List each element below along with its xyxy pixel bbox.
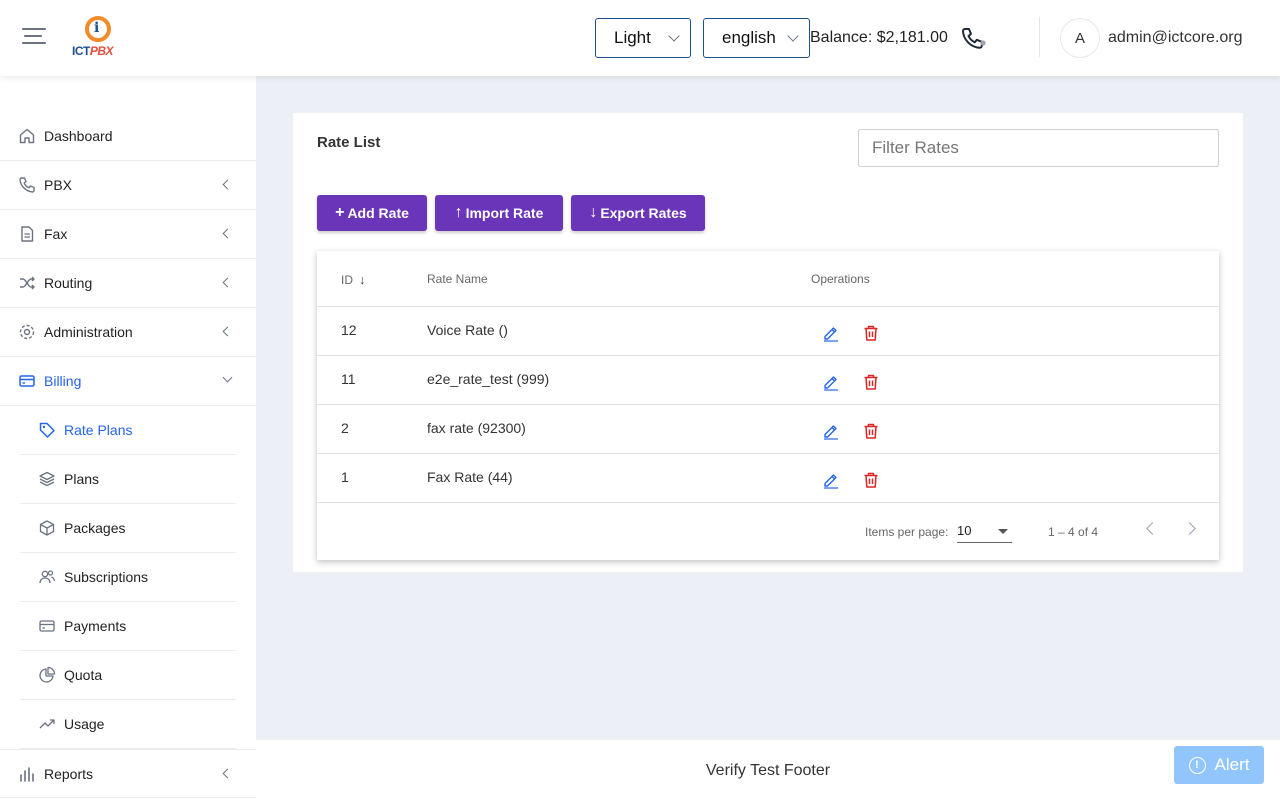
rate-name: Fax Rate (44) xyxy=(427,469,513,485)
export-rates-button[interactable]: ↓ Export Rates xyxy=(571,195,705,231)
dropdown-arrow-icon xyxy=(998,529,1008,534)
bar-chart-icon xyxy=(18,765,36,783)
box-icon xyxy=(38,519,56,537)
phone-icon xyxy=(18,176,36,194)
arrow-up-icon: ↑ xyxy=(454,204,463,221)
gear-icon xyxy=(18,323,36,341)
table-row: 2 fax rate (92300) xyxy=(317,405,1219,454)
chevron-left-icon xyxy=(222,768,233,779)
table-row: 1 Fax Rate (44) xyxy=(317,454,1219,503)
alert-circle-icon: ! xyxy=(1188,756,1206,774)
document-icon xyxy=(18,225,36,243)
rate-id: 12 xyxy=(341,322,357,338)
rates-table: ID ↓ Rate Name Operations 12 Voice Rate (… xyxy=(317,251,1219,560)
top-bar: i ICTPBX Light english Balance: $2,181.0… xyxy=(0,0,1280,76)
card-icon xyxy=(38,617,56,635)
page-title: Rate List xyxy=(317,134,381,151)
sidebar-item-fax[interactable]: Fax xyxy=(0,210,256,259)
page-range-label: 1 – 4 of 4 xyxy=(1048,525,1099,539)
sidebar-item-dashboard[interactable]: Dashboard xyxy=(0,112,256,161)
sort-down-icon[interactable]: ↓ xyxy=(359,272,366,287)
theme-select-value: Light xyxy=(614,28,651,47)
chevron-left-icon xyxy=(222,326,233,337)
rate-name: Voice Rate () xyxy=(427,322,508,338)
pie-chart-icon xyxy=(38,666,56,684)
shuffle-icon xyxy=(18,274,36,292)
items-per-page-label: Items per page: xyxy=(865,525,949,539)
rate-id: 1 xyxy=(341,469,349,485)
sidebar-item-plans[interactable]: Plans xyxy=(20,455,236,504)
footer: Verify Test Footer xyxy=(256,740,1280,800)
delete-icon[interactable] xyxy=(862,324,880,342)
theme-select[interactable]: Light xyxy=(595,18,691,58)
language-select[interactable]: english xyxy=(703,18,810,58)
rate-name: e2e_rate_test (999) xyxy=(427,371,550,387)
language-select-value: english xyxy=(722,28,776,47)
user-email[interactable]: admin@ictcore.org xyxy=(1108,29,1243,47)
sidebar: Dashboard PBX Fax Routing Administration… xyxy=(0,76,256,800)
chevron-down-icon xyxy=(787,30,799,42)
table-header: ID ↓ Rate Name Operations xyxy=(317,251,1219,307)
alert-button[interactable]: ! Alert xyxy=(1174,746,1264,784)
edit-icon[interactable] xyxy=(822,471,840,489)
rate-list-card: Rate List +Add Rate ↑Import Rate ↓Export… xyxy=(293,113,1243,572)
edit-icon[interactable] xyxy=(822,422,840,440)
delete-icon[interactable] xyxy=(862,422,880,440)
footer-text: Verify Test Footer xyxy=(705,762,831,779)
balance-text: Balance: $2,181.00 xyxy=(810,29,948,46)
chevron-left-icon xyxy=(222,277,233,288)
add-rate-button[interactable]: + Add Rate xyxy=(317,195,427,231)
sidebar-item-routing[interactable]: Routing xyxy=(0,259,256,308)
table-row: 11 e2e_rate_test (999) xyxy=(317,356,1219,405)
previous-page-icon[interactable] xyxy=(1146,522,1159,535)
tag-icon xyxy=(38,421,56,439)
users-icon xyxy=(38,568,56,586)
hamburger-menu-icon[interactable] xyxy=(22,28,46,48)
edit-icon[interactable] xyxy=(822,324,840,342)
sidebar-item-administration[interactable]: Administration xyxy=(0,308,256,357)
table-row: 12 Voice Rate () xyxy=(317,307,1219,356)
home-icon xyxy=(18,127,36,145)
chevron-down-icon xyxy=(668,30,680,42)
sidebar-item-quota[interactable]: Quota xyxy=(20,651,236,700)
header-divider xyxy=(1039,17,1040,57)
id-column-header[interactable]: ID ↓ xyxy=(341,272,366,287)
ictpbx-logo[interactable]: i ICTPBX xyxy=(72,16,124,60)
items-per-page-select[interactable]: 10 xyxy=(957,521,1012,543)
sidebar-item-billing[interactable]: Billing xyxy=(0,357,256,406)
next-page-icon[interactable] xyxy=(1183,522,1196,535)
sidebar-item-usage[interactable]: Usage xyxy=(20,700,236,749)
sidebar-item-reports[interactable]: Reports xyxy=(0,749,256,798)
edit-icon[interactable] xyxy=(822,373,840,391)
credit-card-icon xyxy=(18,372,36,390)
rate-name-column-header[interactable]: Rate Name xyxy=(427,272,488,286)
filter-rates-input[interactable] xyxy=(858,129,1219,167)
chevron-down-icon xyxy=(222,372,233,383)
delete-icon[interactable] xyxy=(862,471,880,489)
arrow-down-icon: ↓ xyxy=(589,204,598,221)
import-rate-button[interactable]: ↑ Import Rate xyxy=(435,195,563,231)
sidebar-item-packages[interactable]: Packages xyxy=(20,504,236,553)
operations-column-header: Operations xyxy=(811,272,870,286)
rate-id: 11 xyxy=(341,371,356,387)
sidebar-item-pbx[interactable]: PBX xyxy=(0,161,256,210)
paginator: Items per page: 10 1 – 4 of 4 xyxy=(317,503,1219,560)
chevron-left-icon xyxy=(222,228,233,239)
rate-name: fax rate (92300) xyxy=(427,420,526,436)
avatar[interactable]: A xyxy=(1060,18,1100,58)
trend-icon xyxy=(38,715,56,733)
plus-icon: + xyxy=(335,204,345,221)
sidebar-item-payments[interactable]: Payments xyxy=(20,602,236,651)
layers-icon xyxy=(38,470,56,488)
phone-status-icon[interactable] xyxy=(960,26,988,50)
chevron-left-icon xyxy=(222,179,233,190)
sidebar-item-subscriptions[interactable]: Subscriptions xyxy=(20,553,236,602)
delete-icon[interactable] xyxy=(862,373,880,391)
sidebar-item-rate-plans[interactable]: Rate Plans xyxy=(20,406,236,455)
rate-id: 2 xyxy=(341,420,349,436)
